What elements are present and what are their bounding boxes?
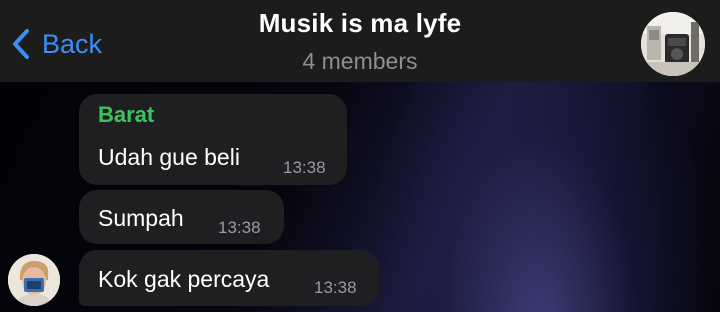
message-text: Kok gak percaya xyxy=(98,266,270,292)
message-text: Udah gue beli xyxy=(98,144,240,170)
message-time: 13:38 xyxy=(218,218,261,237)
message-bubble[interactable]: Sumpah 13:38 xyxy=(79,190,284,244)
sender-avatar[interactable] xyxy=(8,254,60,306)
group-avatar[interactable] xyxy=(641,12,705,76)
sender-name[interactable]: Barat xyxy=(98,102,154,128)
sender-photo-image xyxy=(8,254,60,306)
chat-header: Back Musik is ma lyfe 4 members xyxy=(0,0,720,82)
chat-title[interactable]: Musik is ma lyfe xyxy=(0,8,720,39)
member-count: 4 members xyxy=(302,48,418,74)
message-bubble[interactable]: Barat Udah gue beli 13:38 xyxy=(79,94,347,185)
group-photo-image xyxy=(641,12,705,76)
chat-screen: Back Musik is ma lyfe 4 members Barat Ud… xyxy=(0,0,720,312)
message-bubble[interactable]: Kok gak percaya 13:38 xyxy=(79,250,379,306)
message-time: 13:38 xyxy=(314,278,357,297)
message-time: 13:38 xyxy=(283,158,326,177)
message-text: Sumpah xyxy=(98,205,184,231)
